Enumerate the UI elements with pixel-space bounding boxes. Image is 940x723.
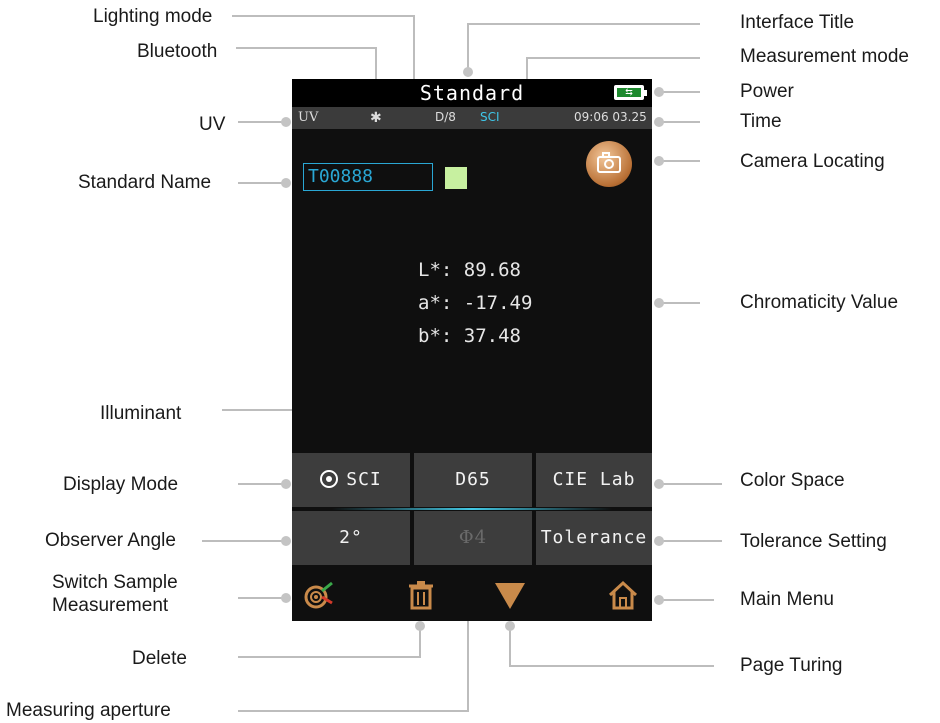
uv-indicator: UV xyxy=(298,110,319,125)
callout-measurement-mode: Measurement mode xyxy=(740,46,909,67)
display-mode-button[interactable]: SCI xyxy=(292,453,410,507)
interface-title: Standard xyxy=(419,81,525,105)
target-icon[interactable] xyxy=(302,579,334,611)
callout-display-mode: Display Mode xyxy=(63,474,179,495)
callout-lighting-mode: Lighting mode xyxy=(93,6,213,27)
callout-power: Power xyxy=(740,81,794,102)
title-bar: Standard ⇆ xyxy=(292,79,652,107)
time-display: 09:06 03.25 xyxy=(574,110,647,124)
callout-measuring-aperture: Measuring aperture xyxy=(6,700,171,721)
callout-page-turing: Page Turing xyxy=(740,655,843,676)
callout-standard-name: Standard Name xyxy=(78,172,212,193)
callout-switch-sample-line2: Measurement xyxy=(52,595,169,616)
callout-main-menu: Main Menu xyxy=(740,589,834,610)
camera-icon[interactable] xyxy=(586,141,632,187)
bluetooth-icon: ✱ xyxy=(370,110,382,126)
callout-illuminant: Illuminant xyxy=(100,403,182,424)
settings-grid: SCI D65 CIE Lab 2° Φ4 Tolerance xyxy=(292,453,652,565)
measurement-mode: SCI xyxy=(480,110,500,124)
color-space-button[interactable]: CIE Lab xyxy=(536,453,652,507)
value-l: L*: 89.68 xyxy=(418,259,521,281)
observer-angle-button[interactable]: 2° xyxy=(292,511,410,565)
value-b: b*: 37.48 xyxy=(418,325,521,347)
callout-switch-sample-line1: Switch Sample xyxy=(52,572,178,593)
chromaticity-values: L*: 89.68 a*: -17.49 b*: 37.48 xyxy=(418,254,532,353)
tolerance-button[interactable]: Tolerance xyxy=(536,511,652,565)
callout-bluetooth: Bluetooth xyxy=(137,41,218,62)
divider-line xyxy=(332,508,612,510)
callout-camera-locating: Camera Locating xyxy=(740,151,885,172)
callout-tolerance-setting: Tolerance Setting xyxy=(740,531,887,552)
standard-name-field[interactable]: T00888 xyxy=(303,163,433,191)
callout-interface-title: Interface Title xyxy=(740,12,855,33)
callout-uv: UV xyxy=(199,114,226,135)
value-a: a*: -17.49 xyxy=(418,292,533,314)
triangle-down-icon[interactable] xyxy=(494,579,526,611)
display-mode-label: SCI xyxy=(346,469,382,490)
status-bar: UV ✱ D/8 SCI 09:06 03.25 xyxy=(292,107,652,129)
trash-icon[interactable] xyxy=(405,579,437,611)
battery-charging-icon: ⇆ xyxy=(614,85,647,100)
device-screen: Standard ⇆ UV ✱ D/8 SCI 09:06 03.25 T008… xyxy=(292,79,652,621)
measuring-aperture-button[interactable]: Φ4 xyxy=(414,511,532,565)
callout-chromaticity-value: Chromaticity Value xyxy=(740,292,899,313)
bottom-toolbar xyxy=(292,569,652,621)
lighting-mode: D/8 xyxy=(435,110,456,124)
callout-observer-angle: Observer Angle xyxy=(45,530,176,551)
callout-delete: Delete xyxy=(132,648,187,669)
home-icon[interactable] xyxy=(607,579,639,611)
color-swatch xyxy=(445,167,467,189)
display-mode-icon xyxy=(320,470,339,488)
illuminant-button[interactable]: D65 xyxy=(414,453,532,507)
callout-time: Time xyxy=(740,111,782,132)
callout-color-space: Color Space xyxy=(740,470,845,491)
